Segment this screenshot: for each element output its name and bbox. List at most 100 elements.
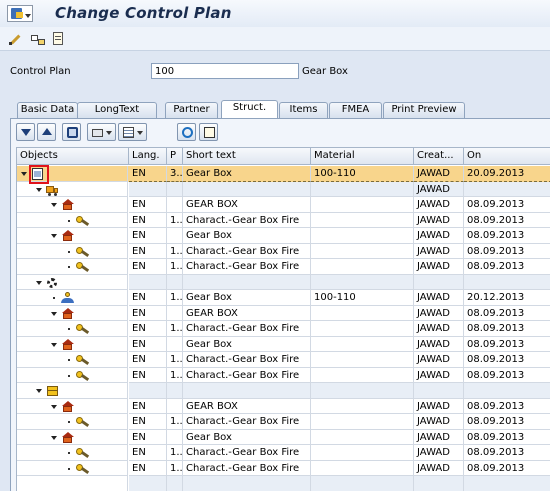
table-row[interactable]: EN Gear Box JAWAD 08.09.2013 bbox=[17, 429, 550, 445]
table-row[interactable] bbox=[17, 476, 550, 491]
house-icon[interactable] bbox=[61, 307, 74, 320]
column-header-on[interactable]: On bbox=[464, 148, 550, 165]
column-header-short-text[interactable]: Short text bbox=[183, 148, 311, 165]
tree-cell[interactable] bbox=[17, 228, 128, 244]
house-icon[interactable] bbox=[61, 431, 74, 444]
key-icon[interactable] bbox=[76, 323, 90, 335]
tree-cell[interactable] bbox=[17, 476, 128, 491]
cell-on bbox=[464, 274, 550, 290]
key-icon[interactable] bbox=[76, 354, 90, 366]
key-icon[interactable] bbox=[76, 215, 90, 227]
expand-arrow-icon[interactable] bbox=[36, 389, 42, 393]
expand-arrow-icon[interactable] bbox=[36, 187, 42, 192]
column-header-material[interactable]: Material bbox=[311, 148, 414, 165]
key-icon[interactable] bbox=[76, 261, 90, 273]
cell-on: 08.09.2013 bbox=[464, 244, 550, 259]
control-plan-input[interactable] bbox=[151, 63, 299, 79]
table-row[interactable]: EN1...Charact.-Gear Box Fire JAWAD08.09.2… bbox=[17, 321, 550, 337]
tab-items[interactable]: Items bbox=[279, 102, 328, 118]
table-row[interactable] bbox=[17, 274, 550, 290]
table-row[interactable]: EN Gear Box JAWAD 08.09.2013 bbox=[17, 228, 550, 244]
box-icon[interactable] bbox=[46, 385, 59, 397]
cell-p: 1... bbox=[167, 414, 183, 430]
refresh-button[interactable] bbox=[177, 123, 196, 141]
column-header-p[interactable]: P bbox=[167, 148, 183, 165]
column-header-objects[interactable]: Objects bbox=[17, 148, 129, 165]
table-row[interactable]: EN1...Charact.-Gear Box Fire JAWAD08.09.2… bbox=[17, 259, 550, 275]
key-icon[interactable] bbox=[76, 370, 90, 382]
table-row[interactable]: EN Gear Box JAWAD 08.09.2013 bbox=[17, 336, 550, 352]
table-row[interactable]: JAWAD bbox=[17, 181, 550, 197]
table-row[interactable]: EN GEAR BOX JAWAD 08.09.2013 bbox=[17, 398, 550, 414]
tree-cell[interactable] bbox=[17, 259, 128, 275]
tree-cell[interactable] bbox=[17, 197, 128, 213]
table-row[interactable]: EN1...Charact.-Gear Box Fire JAWAD08.09.2… bbox=[17, 212, 550, 228]
gear-icon[interactable] bbox=[46, 277, 59, 289]
table-row[interactable]: EN1...Charact.-Gear Box Fire JAWAD08.09.2… bbox=[17, 460, 550, 476]
tree-cell[interactable] bbox=[17, 460, 128, 476]
find-button[interactable] bbox=[62, 123, 81, 141]
expand-arrow-icon[interactable] bbox=[21, 172, 27, 176]
collapse-all-button[interactable] bbox=[37, 123, 56, 141]
expand-arrow-icon[interactable] bbox=[51, 435, 57, 440]
system-menu-icon[interactable] bbox=[7, 5, 33, 22]
tree-cell[interactable] bbox=[17, 305, 128, 321]
tree-cell[interactable] bbox=[17, 367, 128, 383]
house-icon[interactable] bbox=[61, 199, 74, 211]
table-row[interactable]: EN1...Charact.-Gear Box Fire JAWAD08.09.2… bbox=[17, 243, 550, 259]
tab-print-preview[interactable]: Print Preview bbox=[383, 102, 465, 118]
expand-arrow-icon[interactable] bbox=[51, 342, 57, 347]
tree-cell[interactable] bbox=[17, 398, 128, 414]
expand-arrow-icon[interactable] bbox=[36, 280, 42, 285]
expand-arrow-icon[interactable] bbox=[51, 234, 57, 238]
table-row[interactable] bbox=[17, 383, 550, 399]
expand-all-button[interactable] bbox=[16, 123, 35, 141]
table-row[interactable]: EN1...Gear Box100-110JAWAD20.12.2013 bbox=[17, 290, 550, 306]
table-row[interactable]: EN GEAR BOX JAWAD 08.09.2013 bbox=[17, 197, 550, 213]
key-icon[interactable] bbox=[76, 246, 90, 258]
house-icon[interactable] bbox=[61, 338, 74, 351]
expand-arrow-icon[interactable] bbox=[51, 404, 57, 409]
house-icon[interactable] bbox=[61, 400, 74, 413]
document-icon[interactable] bbox=[50, 31, 66, 46]
expand-arrow-icon[interactable] bbox=[51, 311, 57, 316]
tree-cell[interactable] bbox=[17, 429, 128, 445]
key-icon[interactable] bbox=[76, 447, 90, 459]
tree-cell[interactable] bbox=[17, 321, 128, 337]
house-icon[interactable] bbox=[61, 230, 74, 242]
tree-cell[interactable] bbox=[17, 290, 128, 306]
person-icon[interactable] bbox=[61, 292, 74, 304]
tab-partner[interactable]: Partner bbox=[165, 102, 218, 118]
print-button[interactable] bbox=[87, 123, 116, 141]
column-header-created-by[interactable]: Creat... bbox=[414, 148, 464, 165]
structure-icon[interactable] bbox=[30, 31, 46, 46]
table-row[interactable]: EN1...Charact.-Gear Box Fire JAWAD08.09.2… bbox=[17, 352, 550, 368]
table-row[interactable]: EN GEAR BOX JAWAD 08.09.2013 bbox=[17, 305, 550, 321]
table-row[interactable]: EN1...Charact.-Gear Box Fire JAWAD08.09.2… bbox=[17, 367, 550, 383]
tab-fmea[interactable]: FMEA bbox=[329, 102, 382, 118]
cell-p: 1... bbox=[167, 290, 183, 306]
tab-longtext[interactable]: LongText bbox=[77, 102, 157, 118]
tree-cell[interactable] bbox=[17, 383, 128, 399]
detail-button[interactable] bbox=[199, 123, 218, 141]
layout-button[interactable] bbox=[118, 123, 147, 141]
tree-cell[interactable] bbox=[17, 243, 128, 259]
tree-cell[interactable] bbox=[17, 414, 128, 430]
truck-icon[interactable] bbox=[46, 184, 59, 196]
table-row[interactable]: EN1...Charact.-Gear Box Fire JAWAD08.09.2… bbox=[17, 445, 550, 461]
key-icon[interactable] bbox=[76, 416, 90, 428]
column-header-lang[interactable]: Lang. bbox=[129, 148, 167, 165]
tree-cell[interactable] bbox=[17, 212, 128, 228]
key-icon[interactable] bbox=[76, 463, 90, 475]
tab-basic-data[interactable]: Basic Data bbox=[17, 102, 78, 118]
tree-cell[interactable] bbox=[17, 274, 128, 290]
table-row[interactable]: EN3...Gear Box100-110JAWAD20.09.2013 bbox=[17, 166, 550, 182]
expand-arrow-icon[interactable] bbox=[51, 203, 57, 207]
pencil-icon[interactable] bbox=[8, 31, 24, 46]
cell-material bbox=[311, 259, 414, 275]
tree-cell[interactable] bbox=[17, 352, 128, 368]
tree-cell[interactable] bbox=[17, 445, 128, 461]
tab-struct[interactable]: Struct. bbox=[221, 100, 278, 118]
tree-cell[interactable] bbox=[17, 336, 128, 352]
table-row[interactable]: EN1...Charact.-Gear Box Fire JAWAD08.09.2… bbox=[17, 414, 550, 430]
